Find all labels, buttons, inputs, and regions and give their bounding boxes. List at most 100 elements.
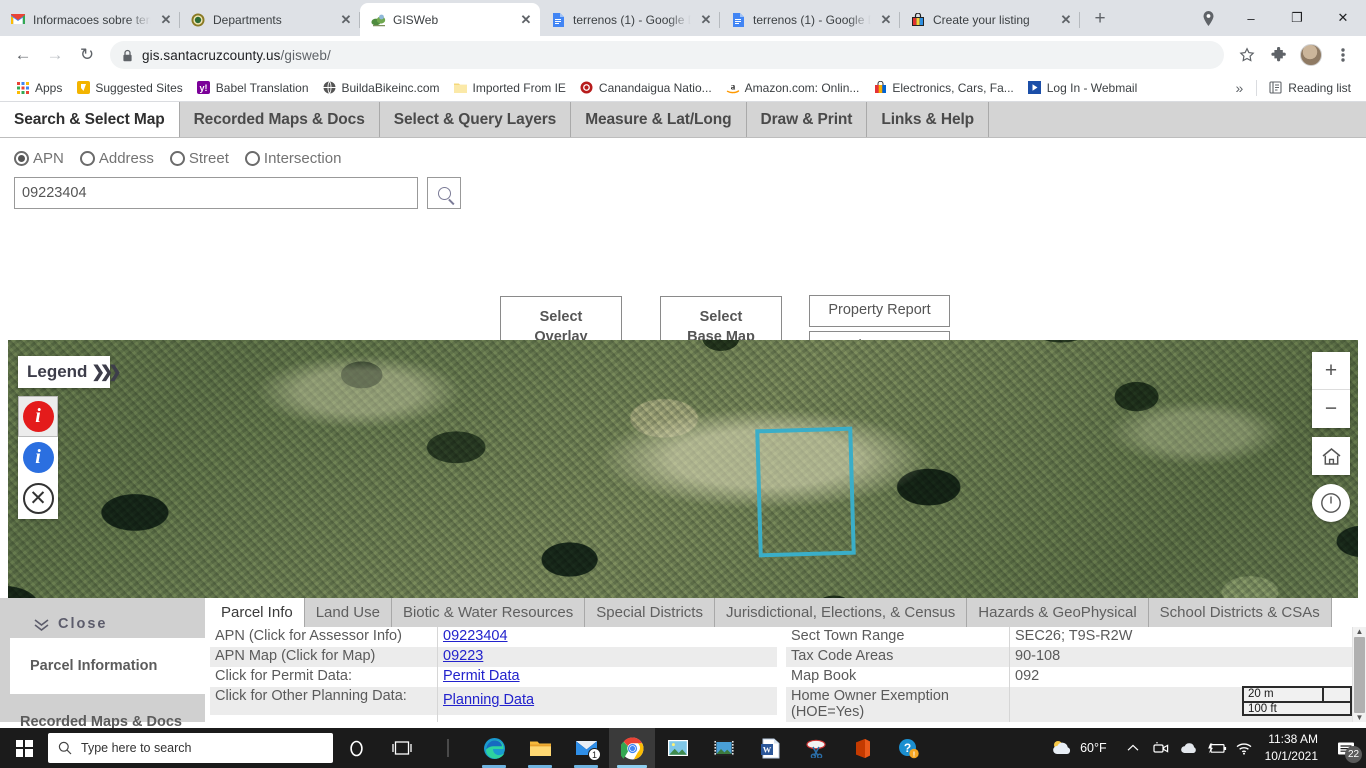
help-icon[interactable]: ?! [885, 728, 931, 768]
close-panel-button[interactable]: Close [0, 610, 205, 638]
bookmarks-overflow-button[interactable]: » [1228, 77, 1252, 99]
new-tab-button[interactable]: + [1086, 5, 1114, 33]
browser-tab-1[interactable]: Departments ✕ [180, 3, 360, 36]
legend-button[interactable]: Legend ❯❯❯ [18, 356, 122, 388]
parcel-tab-parcel-info[interactable]: Parcel Info [210, 598, 305, 627]
identify-red-info-icon[interactable]: i [18, 396, 58, 437]
close-icon[interactable]: ✕ [338, 12, 354, 28]
radio-intersection[interactable]: Intersection [244, 150, 341, 167]
location-pin-icon[interactable] [1188, 10, 1228, 27]
app-tab-draw-print[interactable]: Draw & Print [747, 102, 868, 137]
radio-street[interactable]: Street [169, 150, 229, 167]
bookmark-babel-translation[interactable]: y! Babel Translation [190, 78, 316, 98]
avatar[interactable] [1296, 40, 1326, 70]
three-dot-menu-icon[interactable] [1328, 40, 1358, 70]
snipping-tool-icon[interactable] [793, 728, 839, 768]
identify-blue-info-icon[interactable]: i [18, 437, 58, 478]
puzzle-icon[interactable] [1264, 40, 1294, 70]
bookmark-apps[interactable]: Apps [9, 78, 69, 98]
show-hidden-icons-chevron[interactable] [1119, 728, 1147, 768]
scrollbar-thumb[interactable] [1354, 637, 1365, 713]
forward-icon[interactable]: → [40, 40, 70, 70]
browser-tab-2[interactable]: GISWeb ✕ [360, 3, 540, 36]
app-tab-measure-latlong[interactable]: Measure & Lat/Long [571, 102, 747, 137]
bookmark-canandaigua[interactable]: Canandaigua Natio... [573, 78, 719, 98]
notification-center-button[interactable]: 22 [1326, 728, 1366, 768]
office-icon[interactable] [839, 728, 885, 768]
home-extent-button[interactable] [1312, 437, 1350, 475]
app-tab-recorded-maps-docs[interactable]: Recorded Maps & Docs [180, 102, 380, 137]
scroll-up-arrow-icon[interactable]: ▲ [1353, 627, 1366, 636]
apn-map-link[interactable]: 09223 [443, 648, 483, 664]
planning-data-link[interactable]: Planning Data [443, 692, 534, 708]
mail-icon[interactable]: 1 [563, 728, 609, 768]
radio-street-button[interactable] [169, 150, 185, 166]
search-button[interactable] [427, 177, 461, 209]
reading-list-button[interactable]: Reading list [1262, 78, 1357, 98]
bookmark-buildabikeinc[interactable]: BuildaBikeinc.com [316, 78, 447, 98]
parcel-tab-biotic-water-resources[interactable]: Biotic & Water Resources [391, 598, 586, 627]
permit-data-link[interactable]: Permit Data [443, 668, 520, 684]
photos-icon[interactable] [655, 728, 701, 768]
parcel-tab-school-districts-csas[interactable]: School Districts & CSAs [1148, 598, 1332, 627]
radio-address[interactable]: Address [79, 150, 154, 167]
task-view-icon[interactable] [379, 728, 425, 768]
scroll-down-arrow-icon[interactable]: ▼ [1353, 713, 1366, 722]
bookmark-suggested-sites[interactable]: Suggested Sites [69, 78, 189, 98]
bookmark-webmail[interactable]: Log In - Webmail [1021, 78, 1145, 98]
file-explorer-icon[interactable] [517, 728, 563, 768]
onedrive-icon[interactable] [1175, 728, 1203, 768]
cortana-icon[interactable] [333, 728, 379, 768]
bookmark-imported-from-ie[interactable]: Imported From IE [447, 78, 573, 98]
word-icon[interactable]: W [747, 728, 793, 768]
app-tab-select-query-layers[interactable]: Select & Query Layers [380, 102, 572, 137]
close-window-button[interactable]: ✕ [1320, 2, 1366, 34]
apn-link[interactable]: 09223404 [443, 628, 508, 644]
bookmark-amazon[interactable]: a Amazon.com: Onlin... [719, 78, 867, 98]
property-report-button[interactable]: Property Report [809, 295, 950, 327]
sidebar-item-parcel-information[interactable]: Parcel Information [10, 638, 205, 694]
browser-tab-3[interactable]: terrenos (1) - Google D ✕ [540, 3, 720, 36]
minimize-button[interactable]: – [1228, 2, 1274, 34]
browser-tab-4[interactable]: terrenos (1) - Google D ✕ [720, 3, 900, 36]
address-bar[interactable]: gis.santacruzcounty.us/gisweb/ [110, 41, 1224, 69]
back-icon[interactable]: ← [8, 40, 38, 70]
radio-address-button[interactable] [79, 150, 95, 166]
power-reset-button[interactable] [1312, 484, 1350, 522]
edge-icon[interactable] [471, 728, 517, 768]
chrome-icon[interactable] [609, 728, 655, 768]
radio-apn[interactable]: APN [14, 150, 64, 167]
app-tab-search-select-map[interactable]: Search & Select Map [0, 102, 180, 137]
radio-intersection-button[interactable] [244, 150, 260, 166]
app-tab-links-help[interactable]: Links & Help [867, 102, 990, 137]
browser-tab-0[interactable]: Informacoes sobre terr ✕ [0, 3, 180, 36]
parcel-tab-land-use[interactable]: Land Use [304, 598, 392, 627]
radio-apn-button[interactable] [14, 150, 29, 166]
taskbar-search-box[interactable]: Type here to search [48, 733, 333, 763]
maximize-button[interactable]: ❐ [1274, 2, 1320, 34]
webcam-icon[interactable] [1147, 728, 1175, 768]
zoom-in-button[interactable]: + [1312, 352, 1350, 390]
windows-start-icon[interactable] [0, 728, 48, 768]
close-icon[interactable]: ✕ [878, 12, 894, 28]
battery-charging-icon[interactable] [1203, 728, 1231, 768]
search-input[interactable] [14, 177, 418, 209]
map-canvas[interactable] [8, 340, 1358, 598]
bookmark-ebay[interactable]: Electronics, Cars, Fa... [866, 78, 1020, 98]
clear-selection-x-icon[interactable]: ✕ [18, 478, 58, 519]
weather-widget[interactable]: 60°F [1046, 739, 1119, 757]
close-icon[interactable]: ✕ [158, 12, 174, 28]
close-icon[interactable]: ✕ [1058, 12, 1074, 28]
parcel-table-scrollbar[interactable]: ▲ ▼ [1352, 627, 1366, 722]
reload-icon[interactable]: ↻ [72, 40, 102, 70]
parcel-tab-hazards-geophysical[interactable]: Hazards & GeoPhysical [967, 598, 1149, 627]
taskbar-clock[interactable]: 11:38 AM 10/1/2021 [1259, 731, 1326, 766]
star-icon[interactable] [1232, 40, 1262, 70]
parcel-tab-special-districts[interactable]: Special Districts [585, 598, 715, 627]
close-icon[interactable]: ✕ [518, 12, 534, 28]
parcel-tab-jurisdictional-elections-census[interactable]: Jurisdictional, Elections, & Census [714, 598, 968, 627]
close-icon[interactable]: ✕ [698, 12, 714, 28]
zoom-out-button[interactable]: − [1312, 390, 1350, 428]
browser-tab-5[interactable]: Create your listing ✕ [900, 3, 1080, 36]
wifi-icon[interactable] [1231, 728, 1259, 768]
